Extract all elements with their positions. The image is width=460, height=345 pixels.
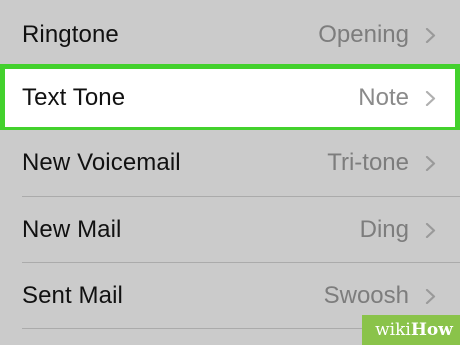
- ringtone-label: Ringtone: [22, 21, 119, 48]
- sent-mail-value: Swoosh: [323, 282, 409, 309]
- watermark-prefix: wiki: [375, 320, 411, 340]
- new-voicemail-value: Tri-tone: [327, 149, 409, 176]
- ringtone-value: Opening: [318, 21, 409, 48]
- chevron-right-icon: [423, 222, 438, 238]
- chevron-right-icon: [423, 288, 438, 304]
- new-voicemail-label: New Voicemail: [22, 149, 181, 176]
- watermark-suffix: How: [410, 320, 453, 340]
- text-tone-label: Text Tone: [22, 84, 126, 111]
- new-mail-row[interactable]: New Mail Ding: [0, 197, 460, 263]
- settings-screen: Ringtone Opening Text Tone Note New Voic…: [0, 0, 460, 345]
- new-mail-label: New Mail: [22, 216, 122, 243]
- text-tone-value: Note: [358, 84, 409, 111]
- chevron-right-icon: [423, 155, 438, 171]
- chevron-right-icon: [423, 27, 438, 43]
- wikihow-watermark: wiki How: [362, 315, 460, 345]
- new-mail-value: Ding: [359, 216, 409, 243]
- sounds-list: Ringtone Opening Text Tone Note New Voic…: [0, 0, 460, 345]
- chevron-right-icon: [423, 90, 438, 106]
- new-voicemail-row[interactable]: New Voicemail Tri-tone: [0, 130, 460, 196]
- sent-mail-label: Sent Mail: [22, 282, 123, 309]
- ringtone-row[interactable]: Ringtone Opening: [0, 2, 460, 68]
- text-tone-row[interactable]: Text Tone Note: [0, 64, 460, 132]
